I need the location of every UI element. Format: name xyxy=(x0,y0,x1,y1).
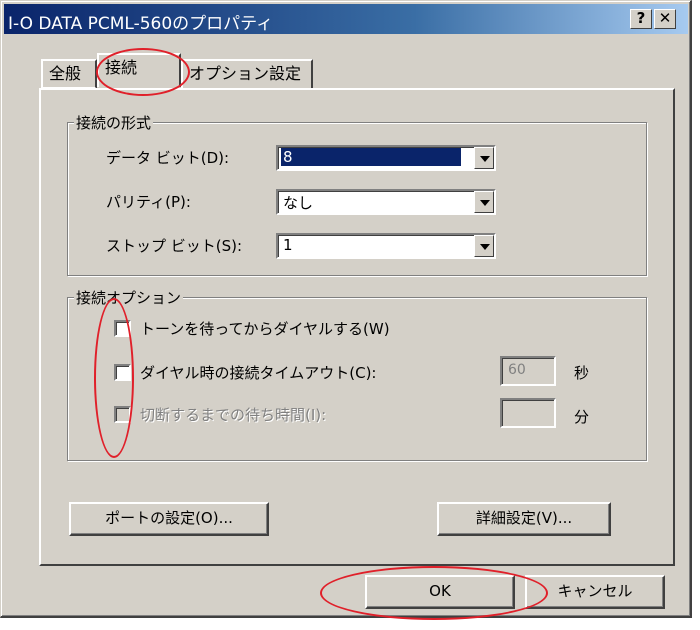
port-settings-button[interactable]: ポートの設定(O)... xyxy=(69,502,269,536)
data-bits-select[interactable]: 8 xyxy=(276,145,496,171)
advanced-settings-button[interactable]: 詳細設定(V)... xyxy=(437,502,611,536)
wait-dialtone-checkbox[interactable] xyxy=(114,320,131,337)
stop-bits-label: ストップ ビット(S): xyxy=(106,237,243,255)
help-button[interactable]: ? xyxy=(630,9,652,29)
dial-timeout-input[interactable]: 60 xyxy=(500,356,556,386)
seconds-unit-label: 秒 xyxy=(574,364,590,382)
tab-connection-label: 接続 xyxy=(105,58,138,77)
tab-general[interactable]: 全般 xyxy=(41,59,97,89)
close-button[interactable]: ✕ xyxy=(654,9,676,29)
connection-options-group-label: 接続オプション xyxy=(74,287,184,308)
parity-dropdown-arrow-icon[interactable] xyxy=(474,191,494,213)
properties-dialog: I-O DATA PCML-560のプロパティ ? ✕ 全般 接続 オプション設… xyxy=(0,0,692,618)
data-bits-dropdown-arrow-icon[interactable] xyxy=(474,147,494,169)
parity-value: なし xyxy=(283,194,314,212)
stop-bits-select[interactable]: 1 xyxy=(276,233,496,259)
disconnect-wait-label: 切断するまでの待ち時間(I): xyxy=(140,406,327,424)
data-bits-label: データ ビット(D): xyxy=(106,149,230,167)
disconnect-wait-input[interactable] xyxy=(500,398,556,428)
title-bar[interactable]: I-O DATA PCML-560のプロパティ ? ✕ xyxy=(4,4,688,34)
data-bits-value: 8 xyxy=(281,148,461,166)
wait-dialtone-label[interactable]: トーンを待ってからダイヤルする(W) xyxy=(140,318,390,339)
parity-select[interactable]: なし xyxy=(276,189,496,215)
tab-option-settings[interactable]: オプション設定 xyxy=(181,59,313,89)
tab-general-label: 全般 xyxy=(49,64,82,83)
connection-options-group: 接続オプション トーンを待ってからダイヤルする(W) ダイヤル時の接続タイムアウ… xyxy=(67,287,647,461)
connection-format-group: 接続の形式 データ ビット(D): 8 パリティ(P): なし ストップ ビット… xyxy=(67,112,647,276)
tab-connection[interactable]: 接続 xyxy=(97,53,181,87)
tab-option-settings-label: オプション設定 xyxy=(189,64,302,83)
tab-panel: 接続の形式 データ ビット(D): 8 パリティ(P): なし ストップ ビット… xyxy=(39,88,675,566)
ok-button[interactable]: OK xyxy=(365,575,515,609)
disconnect-wait-checkbox[interactable] xyxy=(114,406,131,423)
window-title: I-O DATA PCML-560のプロパティ xyxy=(8,14,274,34)
cancel-button[interactable]: キャンセル xyxy=(525,575,665,609)
minutes-unit-label: 分 xyxy=(574,408,590,426)
stop-bits-value: 1 xyxy=(283,236,293,254)
parity-label: パリティ(P): xyxy=(106,193,191,211)
dial-timeout-label[interactable]: ダイヤル時の接続タイムアウト(C): xyxy=(140,362,376,383)
dial-timeout-checkbox[interactable] xyxy=(114,364,131,381)
stop-bits-dropdown-arrow-icon[interactable] xyxy=(474,235,494,257)
connection-format-group-label: 接続の形式 xyxy=(74,112,154,133)
